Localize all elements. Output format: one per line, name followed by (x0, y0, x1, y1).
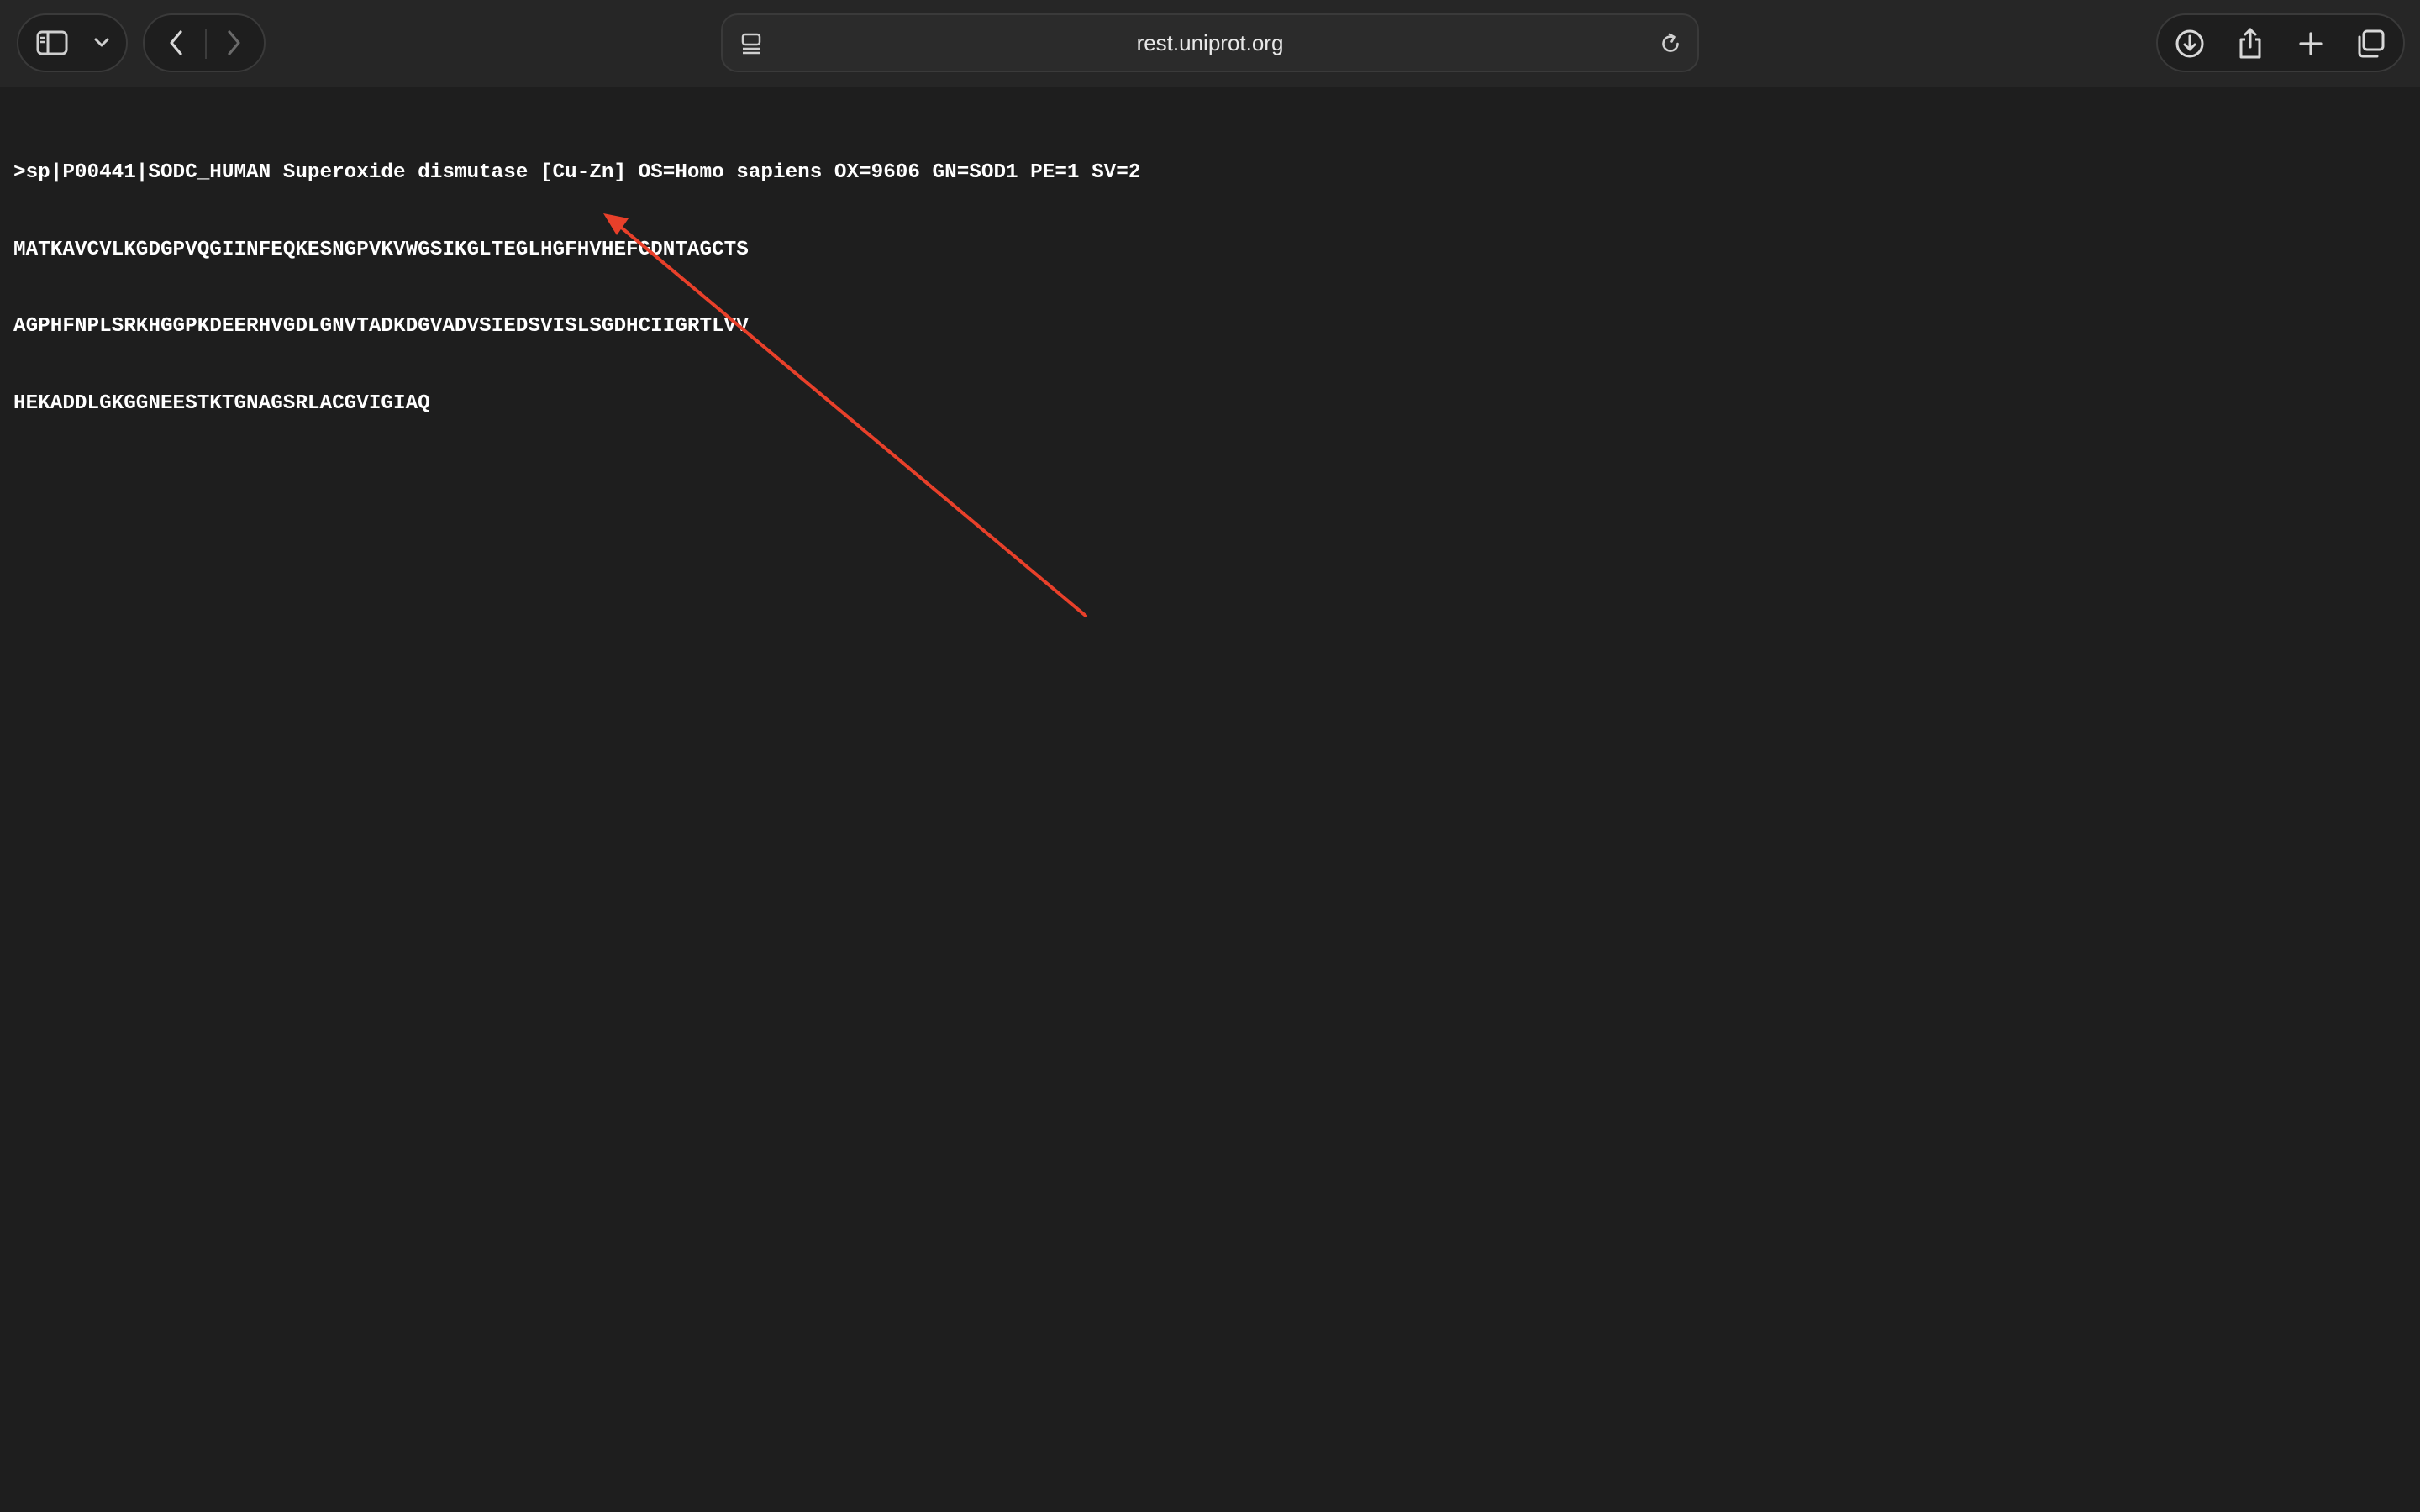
annotation-arrow (603, 213, 1087, 617)
arrow-shaft (617, 223, 1087, 617)
